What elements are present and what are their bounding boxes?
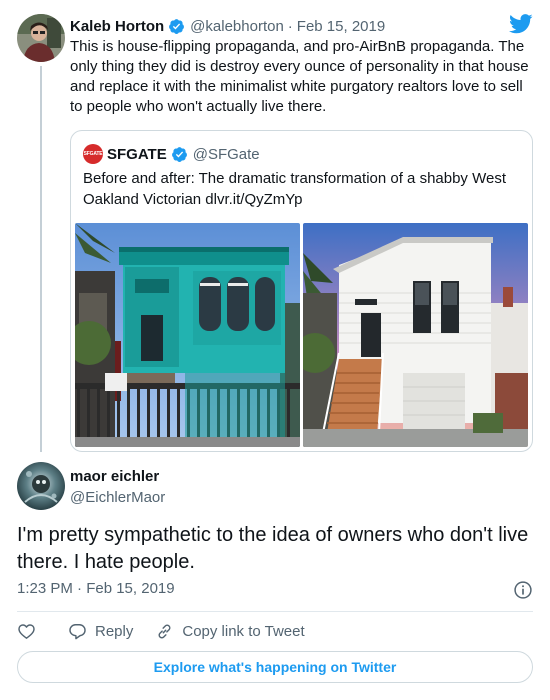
main-author-handle[interactable]: @EichlerMaor [70,489,165,506]
parent-tweet-date[interactable]: Feb 15, 2019 [297,18,385,35]
quoted-avatar-text: SFGATE [83,151,103,157]
main-tweet-text: I'm pretty sympathetic to the idea of ow… [17,524,529,573]
thread-connector-line [40,66,42,452]
parent-author-name[interactable]: Kaleb Horton [70,18,164,35]
reply-icon [69,623,86,639]
verified-badge-icon [169,18,185,34]
before-photo[interactable] [75,223,300,447]
main-author-avatar[interactable] [17,462,65,510]
quoted-tweet-text: Before and after: The dramatic transform… [83,170,506,208]
action-divider [17,611,533,612]
quoted-author-name[interactable]: SFGATE [107,146,167,163]
tweet-embed-card: Kaleb Horton @kalebhorton · Feb 15, 2019… [0,0,550,700]
tweet-action-bar: Reply Copy link to Tweet [17,620,305,642]
quoted-tweet-header: SFGATE SFGATE @SFGate [83,144,260,164]
reply-button[interactable]: Reply [68,622,133,641]
verified-badge-icon [171,146,187,162]
parent-author-avatar[interactable] [17,14,65,62]
twitter-logo-icon[interactable] [509,14,533,34]
quoted-tweet-card[interactable]: SFGATE SFGATE @SFGate Before and after: … [70,130,533,452]
parent-tweet-text: This is house-flipping propaganda, and p… [70,38,529,115]
quoted-author-avatar[interactable]: SFGATE [83,144,103,164]
heart-icon [18,623,35,639]
after-photo[interactable] [303,223,528,447]
main-author-name[interactable]: maor eichler [70,468,159,485]
quoted-tweet-media[interactable] [75,223,528,447]
explore-twitter-button[interactable]: Explore what's happening on Twitter [17,651,533,683]
like-button[interactable] [17,622,36,641]
parent-tweet-header: Kaleb Horton @kalebhorton · Feb 15, 2019 [70,16,510,36]
copy-link-label: Copy link to Tweet [182,622,305,640]
tweet-timestamp[interactable]: 1:23 PM · Feb 15, 2019 [17,580,175,597]
reply-label: Reply [95,622,134,640]
separator-dot: · [287,17,293,35]
info-icon[interactable] [513,580,533,600]
parent-author-handle[interactable]: @kalebhorton [190,18,284,35]
copy-link-button[interactable]: Copy link to Tweet [155,622,305,641]
link-icon [158,624,171,638]
quoted-author-handle[interactable]: @SFGate [193,146,260,163]
